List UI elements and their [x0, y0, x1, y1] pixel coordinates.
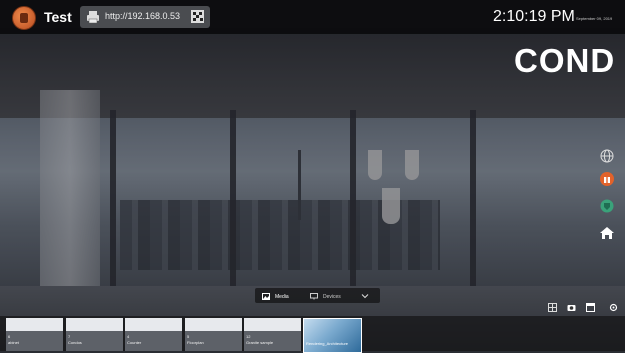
- thumbnail-label: Floorplan: [187, 340, 204, 345]
- thumbnail[interactable]: 5 Floorplan: [185, 318, 242, 351]
- camera-icon[interactable]: [567, 303, 576, 312]
- thumbnail-count: 6: [8, 334, 11, 339]
- thumbnail[interactable]: 12 Granite sample: [244, 318, 301, 351]
- globe-icon[interactable]: [599, 148, 615, 164]
- thumbnail-label: Counter: [127, 340, 142, 345]
- printer-icon: [87, 11, 99, 24]
- thumbnail-label: Granite sample: [246, 340, 274, 345]
- monitor-icon: [310, 293, 318, 300]
- window-icon[interactable]: [586, 303, 595, 312]
- image-icon: [262, 293, 270, 300]
- tab-devices[interactable]: Devices: [310, 291, 341, 302]
- grid-icon[interactable]: [548, 303, 557, 312]
- app-title: Test: [44, 9, 72, 25]
- thumbnail[interactable]: 7 Condos: [66, 318, 123, 351]
- thumbnail-count: 7: [68, 334, 71, 339]
- thumbnail-label: Condos: [68, 340, 82, 345]
- tab-media-label: Media: [275, 293, 289, 300]
- app-logo-icon[interactable]: [12, 6, 36, 30]
- tag-icon[interactable]: [599, 198, 615, 214]
- thumbnail-count: 12: [246, 334, 251, 339]
- clock: 2:10:19 PM: [493, 8, 575, 25]
- gift-icon[interactable]: [599, 171, 615, 187]
- chevron-down-icon[interactable]: [360, 291, 370, 301]
- date: September 09, 2019: [576, 16, 613, 21]
- thumbnail-count: 5: [187, 334, 190, 339]
- thumbnail-count: 4: [127, 334, 130, 339]
- brand-heading: COND: [514, 42, 616, 79]
- thumbnail[interactable]: 6 abinet: [6, 318, 63, 351]
- settings-icon[interactable]: [609, 303, 618, 312]
- thumbnail[interactable]: 4 Counter: [125, 318, 182, 351]
- thumbnail-active[interactable]: Rendering_Architecture: [303, 318, 362, 353]
- qr-code-icon[interactable]: [191, 10, 204, 23]
- thumbnail-label: abinet: [8, 340, 19, 345]
- thumbnail-label: Rendering_Architecture: [306, 341, 349, 346]
- home-icon[interactable]: [599, 225, 615, 241]
- tab-media[interactable]: Media: [262, 291, 289, 302]
- url-text: http://192.168.0.53: [105, 11, 181, 21]
- tab-devices-label: Devices: [323, 293, 341, 300]
